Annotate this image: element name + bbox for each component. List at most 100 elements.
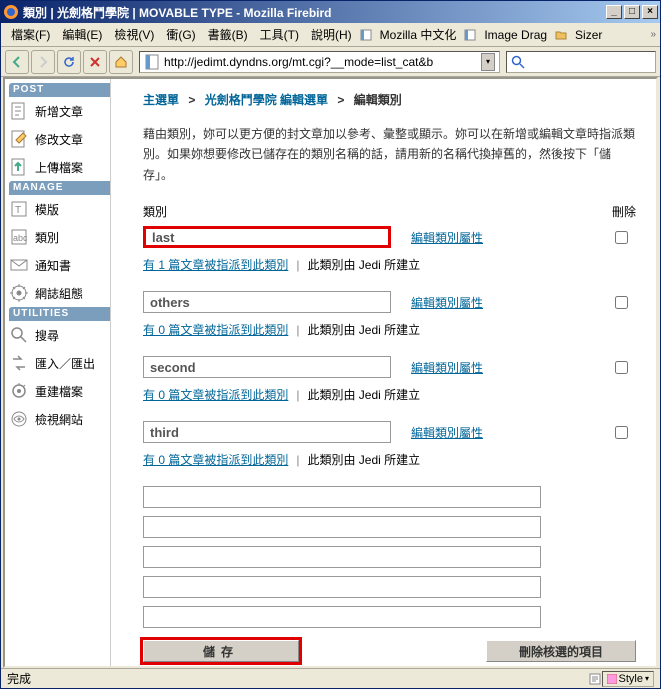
sidebar-item-upload[interactable]: 上傳檔案 bbox=[9, 153, 110, 181]
created-by-text: 此類別由 Jedi 所建立 bbox=[307, 258, 420, 272]
minimize-button[interactable]: _ bbox=[606, 5, 622, 19]
sidebar-item-edit-entry[interactable]: 修改文章 bbox=[9, 125, 110, 153]
category-name-input[interactable] bbox=[143, 226, 391, 248]
sidebar-label: 上傳檔案 bbox=[35, 159, 83, 176]
delete-checkbox[interactable] bbox=[615, 296, 628, 309]
svg-text:T: T bbox=[15, 205, 21, 216]
menu-tools[interactable]: 工具(T) bbox=[254, 24, 305, 45]
category-name-input[interactable] bbox=[143, 421, 391, 443]
edit-category-link[interactable]: 編輯類別屬性 bbox=[411, 294, 483, 311]
forward-button[interactable] bbox=[31, 50, 55, 74]
menu-chevron-icon[interactable]: » bbox=[650, 29, 656, 40]
edit-category-link[interactable]: 編輯類別屬性 bbox=[411, 229, 483, 246]
style-selector[interactable]: Style ▾ bbox=[602, 671, 654, 687]
sidebar-item-import-export[interactable]: 匯入／匯出 bbox=[9, 349, 110, 377]
import-export-icon bbox=[9, 353, 29, 373]
search-bar[interactable] bbox=[506, 51, 656, 73]
new-category-input[interactable] bbox=[143, 606, 541, 628]
menu-bookmarks[interactable]: 書籤(B) bbox=[202, 24, 254, 45]
new-category-input[interactable] bbox=[143, 576, 541, 598]
bookmark-sizer[interactable]: Sizer bbox=[569, 26, 608, 44]
home-icon bbox=[114, 55, 128, 69]
notifications-icon bbox=[9, 255, 29, 275]
breadcrumb-site[interactable]: 光劍格鬥學院 編輯選單 bbox=[205, 93, 328, 107]
window-title: 類別 | 光劍格鬥學院 | MOVABLE TYPE - Mozilla Fir… bbox=[23, 4, 604, 21]
entries-count-link[interactable]: 有 1 篇文章被指派到此類別 bbox=[143, 258, 288, 272]
new-category-input[interactable] bbox=[143, 486, 541, 508]
category-row: 編輯類別屬性有 1 篇文章被指派到此類別|此類別由 Jedi 所建立 bbox=[143, 226, 636, 273]
category-name-input[interactable] bbox=[143, 291, 391, 313]
sidebar-item-search[interactable]: 搜尋 bbox=[9, 321, 110, 349]
column-delete: 刪除 bbox=[596, 203, 636, 220]
content-area: POST 新增文章 修改文章 上傳檔案 MANAGE T 模版 abc 類別 bbox=[3, 77, 658, 668]
category-row: 編輯類別屬性有 0 篇文章被指派到此類別|此類別由 Jedi 所建立 bbox=[143, 421, 636, 468]
view-site-icon bbox=[9, 409, 29, 429]
search-icon bbox=[9, 325, 29, 345]
url-bar[interactable]: ▾ bbox=[139, 51, 500, 73]
style-icon bbox=[607, 674, 617, 684]
reload-icon bbox=[62, 55, 76, 69]
edit-category-link[interactable]: 編輯類別屬性 bbox=[411, 424, 483, 441]
sidebar-item-rebuild[interactable]: 重建檔案 bbox=[9, 377, 110, 405]
created-by-text: 此類別由 Jedi 所建立 bbox=[307, 323, 420, 337]
new-category-input[interactable] bbox=[143, 546, 541, 568]
page-icon bbox=[144, 54, 160, 70]
created-by-text: 此類別由 Jedi 所建立 bbox=[307, 388, 420, 402]
sidebar-item-templates[interactable]: T 模版 bbox=[9, 195, 110, 223]
url-input[interactable] bbox=[164, 55, 481, 69]
menu-help[interactable]: 說明(H) bbox=[305, 24, 358, 45]
entries-count-link[interactable]: 有 0 篇文章被指派到此類別 bbox=[143, 323, 288, 337]
menu-edit[interactable]: 編輯(E) bbox=[56, 24, 108, 45]
stop-button[interactable] bbox=[83, 50, 107, 74]
sidebar-label: 新增文章 bbox=[35, 103, 83, 120]
url-dropdown[interactable]: ▾ bbox=[481, 53, 495, 71]
sidebar-header-post: POST bbox=[9, 83, 110, 97]
home-button[interactable] bbox=[109, 50, 133, 74]
sidebar-label: 模版 bbox=[35, 201, 59, 218]
arrow-left-icon bbox=[10, 55, 24, 69]
menu-go[interactable]: 衝(G) bbox=[160, 24, 201, 45]
entries-count-link[interactable]: 有 0 篇文章被指派到此類別 bbox=[143, 388, 288, 402]
bookmark-mozilla[interactable]: Mozilla 中文化 bbox=[374, 24, 463, 45]
script-icon[interactable] bbox=[588, 672, 602, 686]
status-text: 完成 bbox=[7, 670, 31, 687]
new-entry-icon bbox=[9, 101, 29, 121]
delete-checkbox[interactable] bbox=[615, 361, 628, 374]
menu-file[interactable]: 檔案(F) bbox=[5, 24, 56, 45]
sidebar-item-view-site[interactable]: 檢視網站 bbox=[9, 405, 110, 433]
sidebar-item-categories[interactable]: abc 類別 bbox=[9, 223, 110, 251]
delete-checkbox[interactable] bbox=[615, 426, 628, 439]
bookmark-imagedrag[interactable]: Image Drag bbox=[478, 26, 553, 44]
sidebar-item-config[interactable]: 網誌組態 bbox=[9, 279, 110, 307]
templates-icon: T bbox=[9, 199, 29, 219]
new-category-input[interactable] bbox=[143, 516, 541, 538]
close-button[interactable]: × bbox=[642, 5, 658, 19]
bookmark-icon bbox=[464, 29, 476, 41]
upload-icon bbox=[9, 157, 29, 177]
delete-checkbox[interactable] bbox=[615, 231, 628, 244]
column-category: 類別 bbox=[143, 203, 596, 220]
button-row: 儲存 刪除核選的項目 bbox=[143, 640, 636, 662]
status-bar: 完成 Style ▾ bbox=[1, 668, 660, 688]
sidebar-label: 修改文章 bbox=[35, 131, 83, 148]
save-button[interactable]: 儲存 bbox=[143, 640, 299, 662]
sidebar-item-notifications[interactable]: 通知書 bbox=[9, 251, 110, 279]
entries-count-link[interactable]: 有 0 篇文章被指派到此類別 bbox=[143, 453, 288, 467]
back-button[interactable] bbox=[5, 50, 29, 74]
reload-button[interactable] bbox=[57, 50, 81, 74]
sidebar-item-new-entry[interactable]: 新增文章 bbox=[9, 97, 110, 125]
created-by-text: 此類別由 Jedi 所建立 bbox=[307, 453, 420, 467]
style-label: Style bbox=[619, 673, 643, 685]
sidebar-label: 類別 bbox=[35, 229, 59, 246]
delete-selected-button[interactable]: 刪除核選的項目 bbox=[486, 640, 636, 662]
main-panel: 主選單 > 光劍格鬥學院 編輯選單 > 編輯類別 藉由類別，妳可以更方便的封文章… bbox=[111, 79, 656, 666]
category-row: 編輯類別屬性有 0 篇文章被指派到此類別|此類別由 Jedi 所建立 bbox=[143, 291, 636, 338]
menu-view[interactable]: 檢視(V) bbox=[108, 24, 160, 45]
edit-category-link[interactable]: 編輯類別屬性 bbox=[411, 359, 483, 376]
nav-toolbar: ▾ bbox=[1, 47, 660, 77]
config-icon bbox=[9, 283, 29, 303]
sidebar-label: 搜尋 bbox=[35, 327, 59, 344]
category-name-input[interactable] bbox=[143, 356, 391, 378]
breadcrumb-root[interactable]: 主選單 bbox=[143, 93, 179, 107]
maximize-button[interactable]: □ bbox=[624, 5, 640, 19]
